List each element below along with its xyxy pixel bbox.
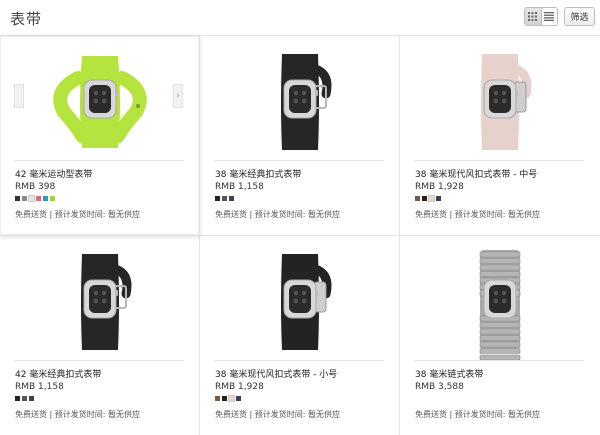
shipping-info: 免费送货 | 预计发货时间: 暂无供应 — [415, 210, 541, 219]
watch-band-image[interactable] — [200, 236, 400, 360]
color-swatches — [15, 195, 55, 202]
color-swatch[interactable] — [22, 196, 27, 201]
list-view-icon[interactable] — [540, 8, 557, 25]
divider — [414, 360, 584, 361]
view-toggle — [524, 7, 558, 26]
color-swatches — [215, 395, 241, 402]
product-price: RMB 3,588 — [415, 382, 464, 392]
color-swatch[interactable] — [36, 196, 41, 201]
color-swatch[interactable] — [22, 396, 27, 401]
divider — [414, 160, 584, 161]
watch-band-image[interactable] — [400, 36, 600, 160]
color-swatch[interactable] — [415, 196, 420, 201]
product-price: RMB 1,158 — [15, 382, 64, 392]
watch-band-image[interactable] — [0, 236, 200, 360]
color-swatch[interactable] — [15, 396, 20, 401]
product-price: RMB 1,928 — [215, 382, 264, 392]
color-swatch[interactable] — [215, 396, 220, 401]
shipping-info: 免费送货 | 预计发货时间: 暂无供应 — [415, 410, 541, 419]
divider — [14, 360, 184, 361]
color-swatch[interactable] — [422, 196, 427, 201]
product-tile[interactable]: 42 毫米经典扣式表带 RMB 1,158 免费送货 | 预计发货时间: 暂无供应 — [0, 236, 200, 435]
watch-band-image[interactable] — [0, 36, 200, 160]
shipping-info: 免费送货 | 预计发货时间: 暂无供应 — [215, 410, 341, 419]
chevron-right-icon[interactable]: › — [173, 84, 183, 108]
watch-band-image[interactable] — [200, 36, 400, 160]
color-swatch[interactable] — [29, 396, 34, 401]
product-name[interactable]: 38 毫米链式表带 — [415, 367, 483, 380]
product-name[interactable]: 38 毫米经典扣式表带 — [215, 167, 301, 180]
divider — [214, 360, 384, 361]
product-tile[interactable]: 38 毫米经典扣式表带 RMB 1,158 免费送货 | 预计发货时间: 暂无供应 — [200, 36, 400, 236]
color-swatch[interactable] — [215, 196, 220, 201]
color-swatch[interactable] — [28, 195, 35, 202]
product-tile[interactable]: › 42 毫米运动型表带 RMB 398 免费送货 | 预计发货时间: 暂无供应 — [0, 36, 200, 236]
product-grid: › 42 毫米运动型表带 RMB 398 免费送货 | 预计发货时间: 暂无供应 38… — [0, 36, 600, 435]
color-swatch[interactable] — [228, 395, 235, 402]
product-price: RMB 1,928 — [415, 182, 464, 192]
page-title: 表带 — [10, 10, 43, 28]
watch-band-image[interactable] — [400, 236, 600, 361]
product-price: RMB 398 — [15, 182, 56, 192]
filter-button[interactable]: 筛选 — [564, 7, 595, 26]
color-swatch[interactable] — [229, 196, 234, 201]
divider — [214, 160, 384, 161]
shipping-info: 免费送货 | 预计发货时间: 暂无供应 — [15, 210, 141, 219]
color-swatches — [15, 396, 34, 401]
color-swatch[interactable] — [15, 196, 20, 201]
page-header: 表带 筛选 — [0, 0, 600, 36]
color-swatch[interactable] — [222, 396, 227, 401]
color-swatch[interactable] — [436, 196, 441, 201]
product-tile[interactable]: 38 毫米现代风扣式表带 - 中号 RMB 1,928 免费送货 | 预计发货时间:… — [400, 36, 600, 236]
color-swatch[interactable] — [428, 195, 435, 202]
product-name[interactable]: 42 毫米经典扣式表带 — [15, 367, 101, 380]
grid-view-icon[interactable] — [525, 8, 541, 25]
product-name[interactable]: 38 毫米现代风扣式表带 - 小号 — [215, 367, 337, 380]
color-swatch[interactable] — [236, 396, 241, 401]
product-tile[interactable]: 38 毫米现代风扣式表带 - 小号 RMB 1,928 免费送货 | 预计发货时间:… — [200, 236, 400, 435]
color-swatches — [215, 196, 234, 201]
product-tile[interactable]: 38 毫米链式表带 RMB 3,588 免费送货 | 预计发货时间: 暂无供应 — [400, 236, 600, 435]
divider — [14, 160, 184, 161]
shipping-info: 免费送货 | 预计发货时间: 暂无供应 — [15, 410, 141, 419]
color-swatches — [415, 195, 441, 202]
color-swatch[interactable] — [50, 196, 55, 201]
product-price: RMB 1,158 — [215, 182, 264, 192]
color-swatch[interactable] — [222, 196, 227, 201]
color-swatch[interactable] — [43, 196, 48, 201]
chevron-left-icon[interactable] — [14, 84, 24, 108]
product-name[interactable]: 42 毫米运动型表带 — [15, 167, 92, 180]
shipping-info: 免费送货 | 预计发货时间: 暂无供应 — [215, 210, 341, 219]
product-name[interactable]: 38 毫米现代风扣式表带 - 中号 — [415, 167, 537, 180]
